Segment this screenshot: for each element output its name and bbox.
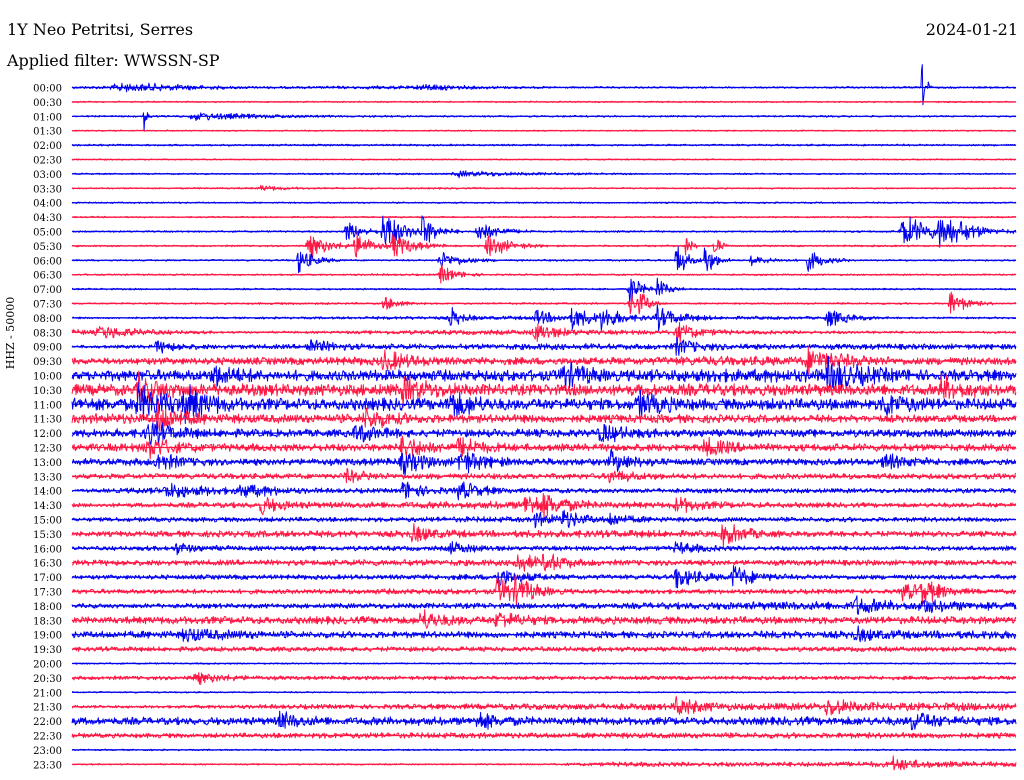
- channel-label: HHZ - 50000: [4, 297, 17, 370]
- trace-line: [71, 231, 1017, 259]
- time-label: 09:30: [33, 357, 62, 368]
- time-label: 19:00: [33, 631, 62, 642]
- trace-line: [71, 595, 1017, 615]
- time-label: 01:00: [33, 112, 62, 123]
- time-label: 07:00: [33, 285, 62, 296]
- trace-line: [71, 695, 1017, 716]
- time-label: 21:00: [33, 688, 62, 699]
- time-label: 08:30: [33, 328, 62, 339]
- time-label: 22:00: [33, 717, 62, 728]
- time-label: 04:00: [33, 199, 62, 210]
- time-label: 00:00: [33, 84, 62, 95]
- time-label: 19:30: [33, 645, 62, 656]
- time-label: 22:30: [33, 732, 62, 743]
- trace-line: [71, 710, 1017, 731]
- time-label: 10:00: [33, 372, 62, 383]
- time-label: 14:30: [33, 501, 62, 512]
- time-label: 02:30: [33, 156, 62, 167]
- time-label: 03:30: [33, 184, 62, 195]
- time-label: 18:30: [33, 616, 62, 627]
- trace-line: [71, 672, 1017, 685]
- trace-line: [71, 64, 1017, 106]
- time-label: 04:30: [33, 213, 62, 224]
- time-label: 15:00: [33, 516, 62, 527]
- time-label: 20:30: [33, 674, 62, 685]
- time-label: 06:30: [33, 271, 62, 282]
- time-label: 15:30: [33, 530, 62, 541]
- trace-line: [71, 263, 1017, 284]
- trace-line: [71, 277, 1017, 305]
- time-label: 12:00: [33, 429, 62, 440]
- time-label: 02:00: [33, 141, 62, 152]
- time-label-group: 00:00 00:30 01:00 01:30 02:00 02:30 03:00 03:30…: [33, 84, 62, 772]
- time-label: 16:00: [33, 544, 62, 555]
- time-label: 14:00: [33, 487, 62, 498]
- time-label: 20:00: [33, 660, 62, 671]
- trace-line: [71, 467, 1017, 484]
- trace-line: [71, 523, 1017, 548]
- trace-line: [71, 346, 1017, 375]
- time-label: 13:00: [33, 458, 62, 469]
- time-label: 03:00: [33, 170, 62, 181]
- trace-group: [71, 64, 1017, 771]
- time-label: 10:30: [33, 386, 62, 397]
- time-label: 11:00: [33, 400, 62, 411]
- time-label: 07:30: [33, 300, 62, 311]
- time-label: 06:00: [33, 256, 62, 267]
- time-label: 13:30: [33, 472, 62, 483]
- trace-line: [71, 609, 1017, 629]
- time-label: 18:00: [33, 602, 62, 613]
- time-label: 23:30: [33, 760, 62, 771]
- time-label: 05:00: [33, 228, 62, 239]
- time-label: 21:30: [33, 703, 62, 714]
- time-label: 16:30: [33, 559, 62, 570]
- time-label: 17:00: [33, 573, 62, 584]
- time-label: 11:30: [33, 415, 62, 426]
- time-label: 23:00: [33, 746, 62, 757]
- helicorder-plot: 00:00 00:30 01:00 01:30 02:00 02:30 03:00 03:30…: [4, 64, 1017, 772]
- time-label: 05:30: [33, 242, 62, 253]
- time-label: 12:30: [33, 444, 62, 455]
- time-label: 08:00: [33, 314, 62, 325]
- trace-line: [71, 112, 1017, 131]
- trace-line: [71, 493, 1017, 521]
- time-label: 09:00: [33, 343, 62, 354]
- time-label: 00:30: [33, 98, 62, 109]
- time-label: 01:30: [33, 127, 62, 138]
- trace-line: [71, 755, 1017, 771]
- trace-line: [71, 625, 1017, 643]
- time-label: 17:30: [33, 588, 62, 599]
